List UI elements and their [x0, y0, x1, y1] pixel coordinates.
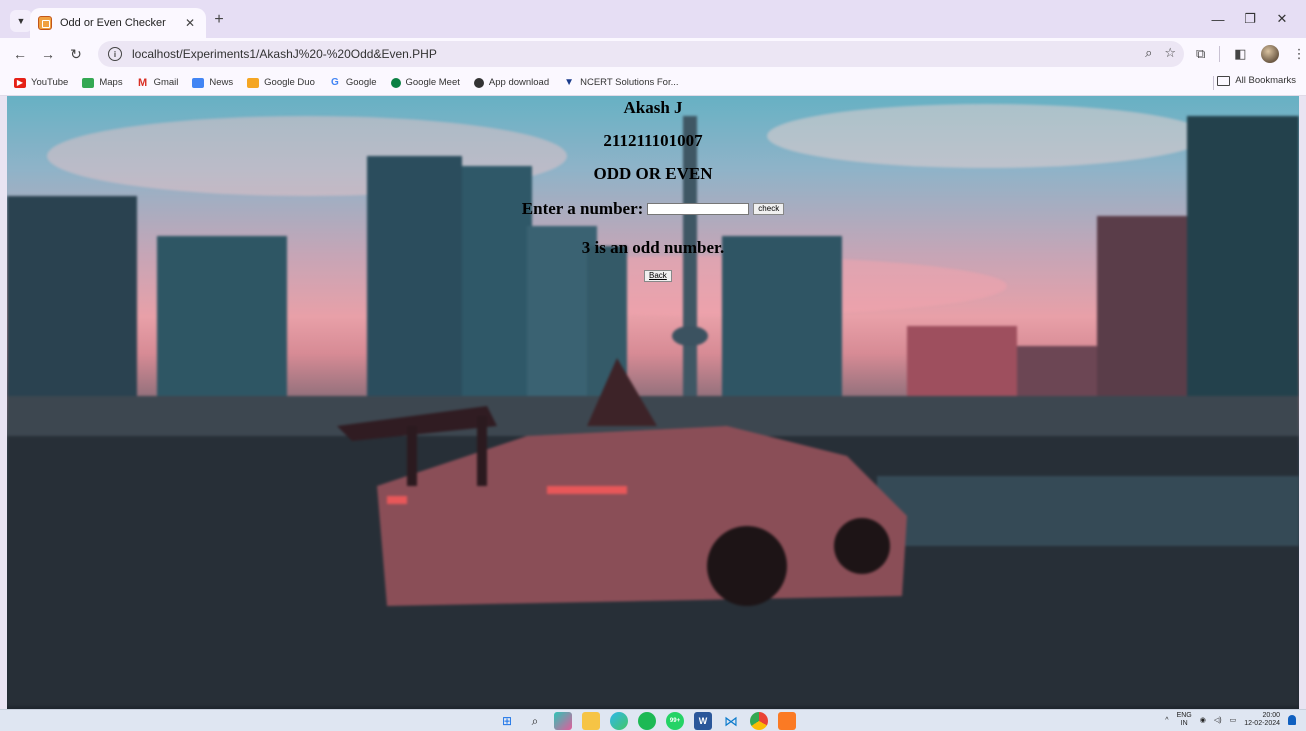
new-tab-button[interactable]: +	[210, 12, 228, 28]
gmail-icon: M	[137, 76, 148, 89]
bookmark-star-icon[interactable]: ☆	[1164, 45, 1176, 61]
spotify-icon[interactable]	[638, 712, 656, 730]
ncert-icon: ▼	[564, 77, 575, 88]
taskbar-apps: ⊞ ⌕ 99+ W ⋈	[498, 712, 796, 730]
toolbar-divider	[1219, 46, 1221, 62]
bookmark-google-duo[interactable]: Google Duo	[247, 77, 315, 88]
bookmarks-bar: ▶ YouTube Maps M Gmail News Google Duo G…	[0, 70, 1306, 96]
youtube-icon: ▶	[14, 77, 26, 88]
battery-icon[interactable]: ▭	[1230, 716, 1237, 724]
url-text[interactable]: localhost/Experiments1/AkashJ%20-%20Odd&…	[132, 47, 437, 61]
duo-icon	[247, 77, 260, 88]
xampp-icon[interactable]	[778, 712, 796, 730]
search-icon[interactable]: ⌕	[526, 712, 544, 730]
chrome-icon[interactable]	[750, 712, 768, 730]
forward-arrow-icon[interactable]: →	[34, 40, 62, 68]
tab-title: Odd or Even Checker	[60, 17, 166, 29]
vscode-icon[interactable]: ⋈	[722, 712, 740, 730]
chevron-down-icon: ▼	[16, 16, 26, 26]
close-window-icon[interactable]: ✕	[1266, 6, 1298, 32]
whatsapp-badge: 99+	[669, 718, 681, 724]
bookmark-gmail[interactable]: M Gmail	[137, 76, 178, 89]
clock[interactable]: 20:00 12-02-2024	[1244, 712, 1280, 728]
bookmark-ncert[interactable]: ▼ NCERT Solutions For...	[563, 77, 678, 88]
side-panel-icon[interactable]: ◧	[1234, 46, 1246, 62]
extensions-icon[interactable]: ⧉	[1196, 46, 1205, 62]
student-name: Akash J	[623, 98, 683, 117]
active-tab[interactable]: Odd or Even Checker ✕	[30, 8, 206, 38]
reload-icon[interactable]: ↻	[62, 40, 90, 68]
chevron-up-icon[interactable]: ^	[1165, 717, 1168, 724]
whatsapp-icon[interactable]: 99+	[666, 712, 684, 730]
restore-icon[interactable]: ❐	[1234, 6, 1266, 32]
bookmark-maps[interactable]: Maps	[82, 77, 123, 88]
edge-icon[interactable]	[610, 712, 628, 730]
volume-icon[interactable]: ◁)	[1214, 716, 1222, 724]
bookmarks-divider	[1213, 76, 1214, 90]
xampp-favicon-icon	[38, 16, 52, 30]
windows-start-icon[interactable]: ⊞	[498, 712, 516, 730]
minimize-icon[interactable]: —	[1202, 6, 1234, 32]
tab-strip: ▼ Odd or Even Checker ✕ + — ❐ ✕	[0, 0, 1306, 38]
all-bookmarks-button[interactable]: All Bookmarks	[1217, 75, 1296, 86]
check-button[interactable]: check	[753, 203, 785, 215]
bookmark-youtube[interactable]: ▶ YouTube	[14, 77, 68, 88]
page-heading: ODD OR EVEN	[593, 164, 713, 183]
browser-toolbar: ← → ↻ i localhost/Experiments1/AkashJ%20…	[0, 38, 1306, 70]
back-button[interactable]: Back	[644, 270, 672, 282]
back-arrow-icon[interactable]: ←	[6, 40, 34, 68]
notification-bell-icon[interactable]	[1288, 715, 1296, 725]
page-viewport: Akash J 211211101007 ODD OR EVEN Enter a…	[7, 96, 1299, 709]
address-bar[interactable]: i localhost/Experiments1/AkashJ%20-%20Od…	[98, 41, 1184, 67]
window-controls: — ❐ ✕	[1202, 6, 1298, 32]
maps-icon	[82, 77, 95, 88]
number-input-label: Enter a number:	[521, 199, 644, 218]
copilot-icon[interactable]	[554, 712, 572, 730]
folder-icon	[1217, 75, 1231, 86]
register-number: 211211101007	[603, 131, 703, 150]
number-input[interactable]	[647, 203, 750, 215]
tab-search-button[interactable]: ▼	[10, 10, 32, 32]
news-icon	[192, 77, 205, 88]
zoom-icon[interactable]: ⌕	[1145, 45, 1152, 61]
system-tray: ^ ENG IN ◉ ◁) ▭ 20:00 12-02-2024	[1165, 712, 1296, 728]
language-indicator[interactable]: ENG IN	[1177, 712, 1192, 728]
bookmark-google-meet[interactable]: Google Meet	[390, 77, 460, 88]
result-message: 3 is an odd number.	[581, 238, 725, 257]
wifi-icon[interactable]: ◉	[1200, 716, 1206, 724]
background-image	[7, 104, 1299, 706]
globe-icon	[473, 77, 484, 88]
bookmark-app-download[interactable]: App download	[473, 77, 549, 88]
info-icon[interactable]: i	[108, 47, 122, 61]
number-form: Enter a number: check	[7, 199, 1299, 219]
file-explorer-icon[interactable]	[582, 712, 600, 730]
bookmark-news[interactable]: News	[192, 77, 233, 88]
meet-icon	[390, 77, 401, 88]
profile-avatar[interactable]	[1260, 45, 1279, 63]
close-tab-icon[interactable]: ✕	[182, 16, 198, 30]
word-icon[interactable]: W	[694, 712, 712, 730]
google-icon: G	[330, 77, 339, 88]
menu-kebab-icon[interactable]: ⋮	[1293, 46, 1306, 62]
bookmark-google[interactable]: G Google	[329, 77, 377, 88]
windows-taskbar: ⊞ ⌕ 99+ W ⋈ ^ ENG IN ◉ ◁) ▭ 20:00 12-02-…	[0, 709, 1306, 731]
